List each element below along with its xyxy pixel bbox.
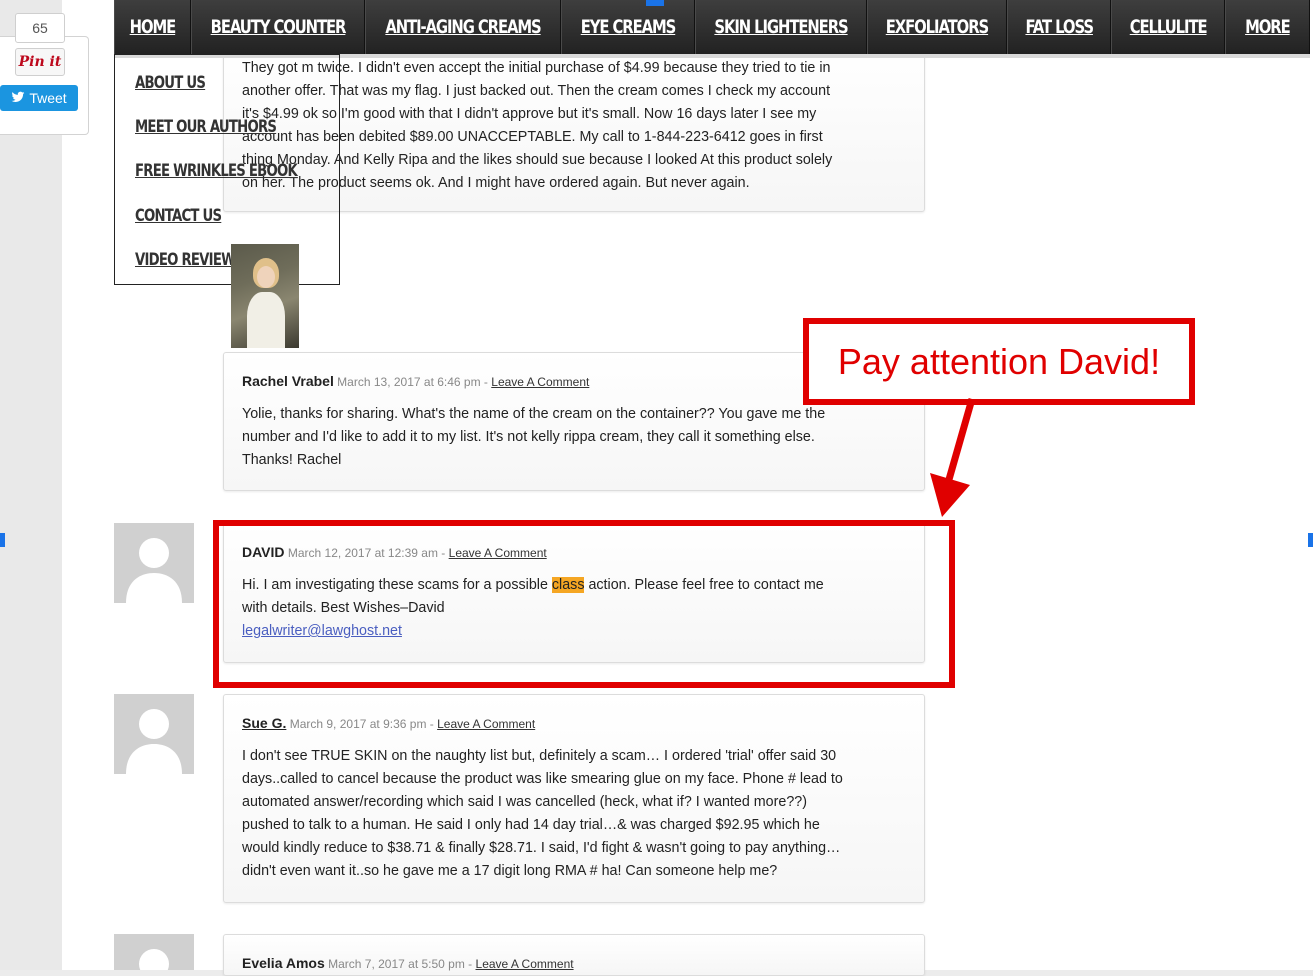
comment-line: didn't even want it..so he gave me a 17 … [242, 863, 778, 879]
comment-line: Thanks! Rachel [242, 452, 342, 468]
page-left-margin [0, 0, 62, 970]
comment-line: thing Monday. And Kelly Ripa and the lik… [242, 152, 833, 168]
comment-line: number and I'd like to add it to my list… [242, 429, 815, 445]
main-navigation: HOME BEAUTY COUNTER ANTI-AGING CREAMS EY… [114, 0, 1310, 58]
comment-author-link[interactable]: Sue G. [242, 715, 286, 731]
menu-item-video-reviews[interactable]: VIDEO REVIEWS [135, 250, 244, 270]
nav-beauty-counter[interactable]: BEAUTY COUNTER [210, 0, 346, 54]
default-user-avatar-icon [114, 523, 194, 603]
comment-date: March 9, 2017 at 9:36 pm [289, 717, 427, 731]
comment-body: Yolie, thanks for sharing. What's the na… [242, 403, 907, 472]
comment-line: another offer. That was my flag. I just … [242, 83, 831, 99]
leave-comment-link[interactable]: Leave A Comment [476, 957, 574, 971]
more-dropdown-menu: ABOUT US MEET OUR AUTHORS FREE WRINKLES … [114, 54, 340, 285]
nav-active-marker [646, 0, 664, 6]
edge-marker-right [1308, 533, 1313, 547]
annotation-arrow-icon [930, 398, 976, 517]
default-user-avatar-icon [114, 694, 194, 774]
comment-line: account has been debited $89.00 UNACCEPT… [242, 129, 823, 145]
share-count: 65 [15, 13, 65, 43]
tweet-label: Tweet [29, 90, 67, 106]
nav-exfoliators[interactable]: EXFOLIATORS [883, 0, 991, 54]
menu-item-about-us[interactable]: ABOUT US [135, 73, 206, 93]
meta-separator: - [480, 375, 492, 389]
tweet-button[interactable]: Tweet [0, 85, 78, 111]
comment-date: March 7, 2017 at 5:50 pm [328, 957, 465, 971]
leave-comment-link[interactable]: Leave A Comment [437, 717, 535, 731]
highlight-box-david [213, 520, 955, 688]
nav-fat-loss[interactable]: FAT LOSS [1019, 0, 1099, 54]
comment-meta: Sue G. March 9, 2017 at 9:36 pm - Leave … [242, 715, 535, 731]
comment-meta: Evelia Amos March 7, 2017 at 5:50 pm - L… [242, 955, 574, 971]
comment-line: They got m twice. I didn't even accept t… [242, 60, 831, 76]
nav-cellulite[interactable]: CELLULITE [1124, 0, 1212, 54]
comment-line: Yolie, thanks for sharing. What's the na… [242, 406, 826, 422]
comment-line: days..called to cancel because the produ… [242, 771, 843, 787]
leave-comment-link[interactable]: Leave A Comment [491, 375, 589, 389]
comment-author: Evelia Amos [242, 955, 325, 971]
author-photo-avatar [231, 244, 299, 348]
nav-more[interactable]: MORE [1235, 0, 1300, 54]
share-widget: 65 Pin it Tweet [0, 13, 89, 135]
twitter-bird-icon [11, 90, 25, 107]
comment-author: Rachel Vrabel [242, 373, 334, 389]
edge-marker-left [0, 533, 5, 547]
comment-line: would kindly reduce to $38.71 & finally … [242, 840, 841, 856]
comment-card-sue: Sue G. March 9, 2017 at 9:36 pm - Leave … [223, 694, 925, 903]
default-user-avatar-icon [114, 934, 194, 970]
meta-separator: - [426, 717, 438, 731]
comment-line: it's $4.99 ok so I'm good with that I di… [242, 106, 817, 122]
comment-line: I don't see TRUE SKIN on the naughty lis… [242, 748, 837, 764]
nav-eye-creams[interactable]: EYE CREAMS [576, 0, 679, 54]
comment-body: They got m twice. I didn't even accept t… [242, 57, 907, 195]
comment-date: March 13, 2017 at 6:46 pm [337, 375, 481, 389]
menu-item-meet-our-authors[interactable]: MEET OUR AUTHORS [135, 117, 277, 137]
comment-meta: Rachel Vrabel March 13, 2017 at 6:46 pm … [242, 373, 589, 389]
nav-anti-aging-creams[interactable]: ANTI-AGING CREAMS [385, 0, 541, 54]
menu-item-contact-us[interactable]: CONTACT US [135, 206, 222, 226]
nav-home[interactable]: HOME [123, 0, 181, 54]
annotation-callout: Pay attention David! [803, 318, 1195, 405]
nav-skin-lighteners[interactable]: SKIN LIGHTENERS [714, 0, 848, 54]
comment-line: automated answer/recording which said I … [242, 794, 808, 810]
meta-separator: - [464, 957, 476, 971]
menu-item-free-wrinkles-ebook[interactable]: FREE WRINKLES EBOOK [135, 161, 298, 181]
comment-body: I don't see TRUE SKIN on the naughty lis… [242, 745, 907, 883]
pinterest-pin-button[interactable]: Pin it [15, 48, 65, 76]
comment-line: pushed to talk to a human. He said I onl… [242, 817, 820, 833]
comment-line: on her. The product seems ok. And I migh… [242, 175, 750, 191]
